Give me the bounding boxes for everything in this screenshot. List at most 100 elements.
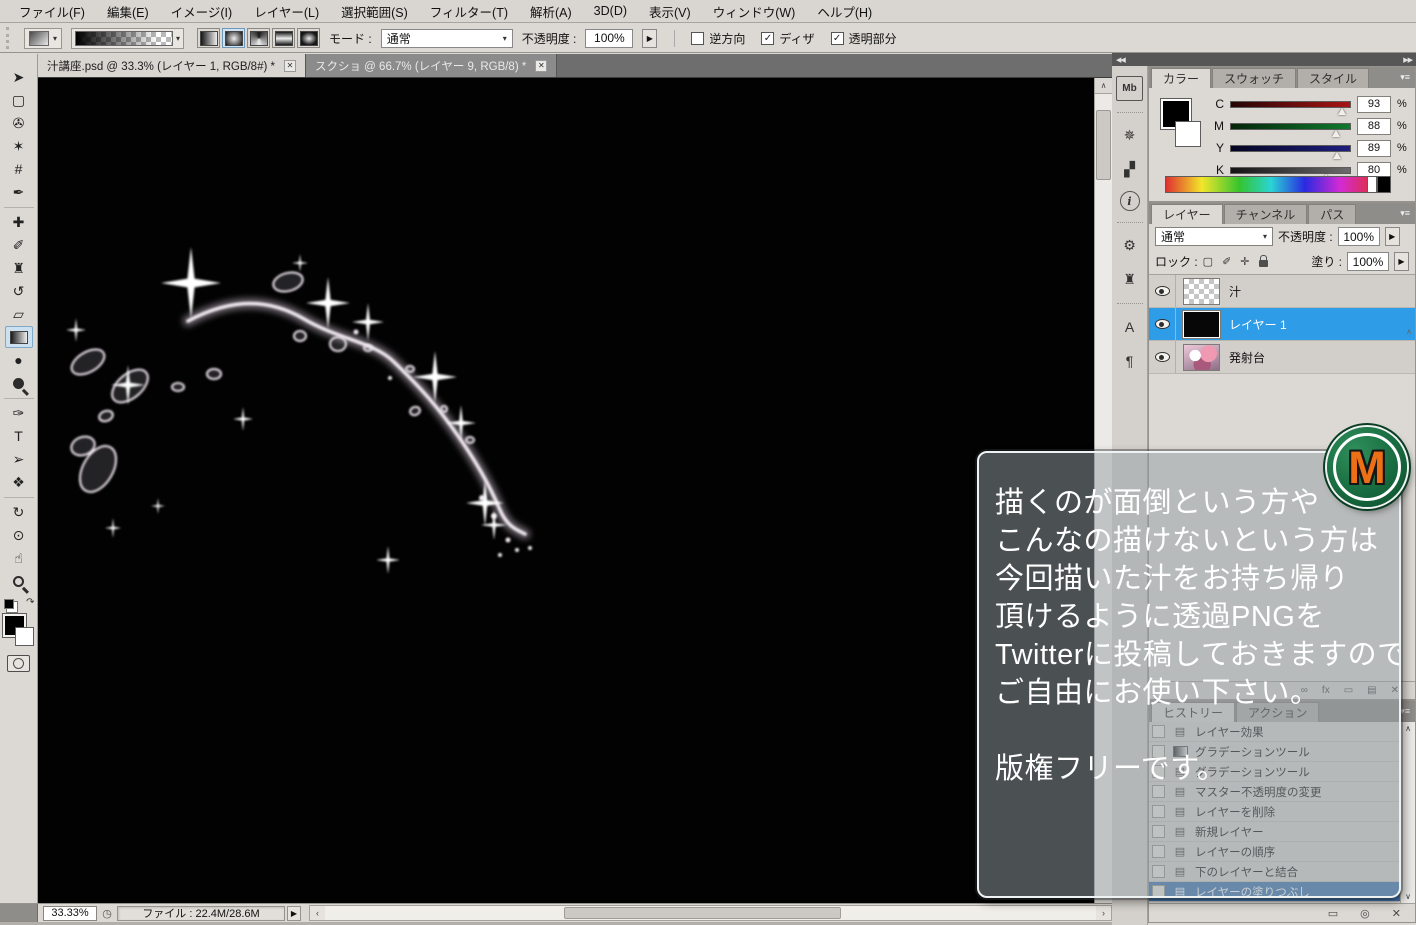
layer-thumbnail[interactable] [1183, 311, 1220, 338]
tab-paths[interactable]: パス [1308, 204, 1356, 224]
layer-opacity-field[interactable]: 100% [1338, 227, 1380, 246]
move-tool[interactable]: ➤ [5, 66, 33, 88]
quick-selection-tool[interactable]: ✶ [5, 135, 33, 157]
tab-color[interactable]: カラー [1151, 68, 1211, 88]
layer-visibility-cell[interactable] [1149, 275, 1176, 307]
close-icon[interactable]: ✕ [535, 60, 547, 72]
zoom-level-field[interactable]: 33.33% [43, 906, 97, 921]
panel-menu-icon[interactable]: ▾≡ [1395, 208, 1415, 219]
vertical-scroll-thumb[interactable] [1096, 110, 1111, 180]
slider-value-field[interactable]: 88 [1357, 118, 1391, 135]
transparency-checkbox[interactable]: ✓透明部分 [831, 30, 897, 47]
reverse-checkbox[interactable]: 逆方向 [691, 30, 745, 47]
slider-value-field[interactable]: 93 [1357, 96, 1391, 113]
spectrum-black-swatch[interactable] [1377, 176, 1391, 193]
canvas-horizontal-scrollbar[interactable]: ‹ › [309, 905, 1112, 921]
linear-gradient-button[interactable] [197, 28, 220, 48]
scroll-up-icon[interactable]: ∧ [1095, 78, 1112, 94]
gradient-tool[interactable] [5, 326, 33, 348]
tab-doc-screenshot[interactable]: スクショ @ 66.7% (レイヤー 9, RGB/8) * ✕ [306, 54, 557, 77]
dither-checkbox-box[interactable]: ✓ [761, 32, 774, 45]
transparency-checkbox-box[interactable]: ✓ [831, 32, 844, 45]
histogram-icon[interactable]: ▞ [1116, 157, 1143, 182]
type-tool[interactable]: T [5, 425, 33, 447]
menu-layer[interactable]: レイヤー(L) [243, 0, 330, 24]
dodge-tool[interactable] [5, 372, 33, 394]
menu-file[interactable]: ファイル(F) [8, 0, 96, 24]
color-spectrum-ramp[interactable] [1165, 176, 1377, 193]
tab-styles[interactable]: スタイル [1297, 68, 1369, 88]
slider-track-y[interactable] [1230, 145, 1351, 152]
gradient-picker[interactable]: ▾ [71, 28, 184, 49]
background-color-swatch[interactable] [15, 627, 34, 646]
reverse-checkbox-box[interactable] [691, 32, 704, 45]
history-scrollbar[interactable]: ∧ ∨ [1400, 722, 1415, 903]
lock-position-icon[interactable]: ✛ [1240, 255, 1249, 268]
collapse-panels-icon[interactable]: ◀◀ [1116, 56, 1125, 64]
slider-track-m[interactable] [1230, 123, 1351, 130]
layer-row[interactable]: 汁 [1149, 275, 1415, 308]
layer-visibility-cell[interactable] [1149, 308, 1176, 340]
new-snapshot-icon[interactable]: ◎ [1360, 907, 1370, 920]
new-doc-from-state-icon[interactable]: ▭ [1328, 907, 1338, 920]
scroll-down-icon[interactable]: ∨ [1405, 892, 1411, 901]
options-bar-grip[interactable] [6, 27, 13, 49]
background-color-swatch[interactable] [1175, 121, 1201, 147]
slider-thumb[interactable] [1333, 152, 1341, 159]
menu-view[interactable]: 表示(V) [638, 0, 702, 24]
layer-visibility-cell[interactable] [1149, 341, 1176, 373]
tab-doc-juice[interactable]: 汁講座.psd @ 33.3% (レイヤー 1, RGB/8#) * ✕ [38, 54, 306, 77]
zoom-tool[interactable] [5, 570, 33, 592]
panel-menu-icon[interactable]: ▾≡ [1395, 72, 1415, 83]
blur-tool[interactable]: ● [5, 349, 33, 371]
menu-select[interactable]: 選択範囲(S) [330, 0, 419, 24]
marquee-tool[interactable]: ▢ [5, 89, 33, 111]
swap-colors-icon[interactable]: ↷ [26, 597, 34, 608]
healing-brush-tool[interactable]: ✚ [5, 211, 33, 233]
layer-row[interactable]: レイヤー 1 [1149, 308, 1415, 341]
lock-all-icon[interactable] [1259, 260, 1268, 267]
close-icon[interactable]: ✕ [284, 60, 296, 72]
navigator-icon[interactable]: ✵ [1116, 123, 1143, 148]
layer-opacity-spinner[interactable]: ▶ [1385, 227, 1400, 246]
tab-channels[interactable]: チャンネル [1224, 204, 1308, 224]
3d-orbit-tool[interactable]: ⊙ [5, 524, 33, 546]
menu-window[interactable]: ウィンドウ(W) [702, 0, 807, 24]
history-brush-tool[interactable]: ↺ [5, 280, 33, 302]
3d-rotate-tool[interactable]: ↻ [5, 501, 33, 523]
layer-thumbnail[interactable] [1183, 278, 1220, 305]
tab-layers[interactable]: レイヤー [1151, 204, 1223, 224]
tool-preset-picker[interactable]: ▾ [24, 28, 62, 49]
lock-pixels-icon[interactable]: ✐ [1222, 255, 1231, 268]
lock-transparency-icon[interactable]: ▢ [1203, 255, 1213, 268]
menu-edit[interactable]: 編集(E) [96, 0, 160, 24]
custom-shape-tool[interactable]: ❖ [5, 471, 33, 493]
menu-analysis[interactable]: 解析(A) [519, 0, 583, 24]
hand-tool[interactable]: ☝ [5, 547, 33, 569]
opacity-field[interactable]: 100% [585, 29, 633, 48]
slider-value-field[interactable]: 89 [1357, 140, 1391, 157]
tab-swatches[interactable]: スウォッチ [1212, 68, 1296, 88]
layer-thumbnail[interactable] [1183, 344, 1220, 371]
scroll-left-icon[interactable]: ‹ [310, 906, 325, 920]
menu-filter[interactable]: フィルター(T) [419, 0, 519, 24]
slider-thumb[interactable] [1332, 130, 1340, 137]
menu-help[interactable]: ヘルプ(H) [806, 0, 883, 24]
quick-mask-button[interactable] [7, 655, 30, 672]
slider-track-c[interactable] [1230, 101, 1351, 108]
scroll-up-icon[interactable]: ∧ [1405, 724, 1411, 733]
reflected-gradient-button[interactable] [272, 28, 295, 48]
slider-thumb[interactable] [1338, 108, 1346, 115]
crop-tool[interactable]: # [5, 158, 33, 180]
fill-spinner[interactable]: ▶ [1394, 252, 1409, 271]
mini-bridge-icon[interactable]: Mb [1116, 76, 1143, 101]
clone-stamp-tool[interactable]: ♜ [5, 257, 33, 279]
default-colors-icon[interactable] [4, 599, 14, 609]
brush-tool[interactable]: ✐ [5, 234, 33, 256]
slider-track-k[interactable] [1230, 167, 1351, 174]
spectrum-white-swatch[interactable] [1367, 176, 1377, 193]
radial-gradient-button[interactable] [222, 28, 245, 48]
diamond-gradient-button[interactable] [297, 28, 320, 48]
layer-row[interactable]: 発射台 [1149, 341, 1415, 374]
horizontal-scroll-track[interactable] [325, 906, 1096, 920]
